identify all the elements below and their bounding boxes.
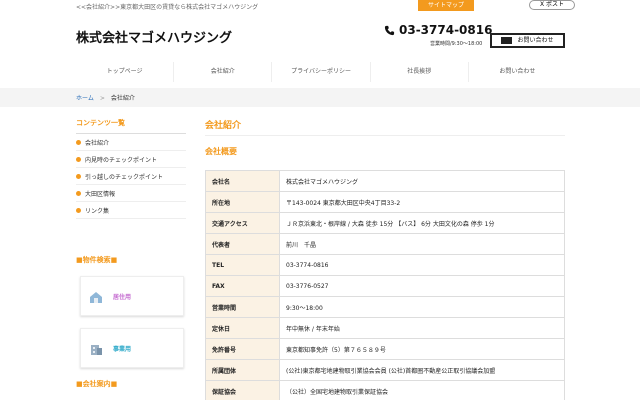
table-row: 会社名 株式会社マゴメハウジング [205,170,565,192]
table-row: 所属団体 (公社)東京都宅地建物取引業協会会員 (公社)首都圏不動産公正取引協議会… [205,359,565,381]
site-tagline: <<会社紹介>>東京都大田区の賃貸なら株式会社マゴメハウジング [76,4,259,11]
table-row-value: 株式会社マゴメハウジング [279,170,565,192]
sidebar-item-label: 大田区情報 [85,190,116,198]
table-row-label: 代表者 [205,233,280,255]
nav-item-top[interactable]: トップページ [76,62,173,82]
top-bar: <<会社紹介>>東京都大田区の賃貸なら株式会社マゴメハウジング サイトマップ X… [0,0,640,14]
sitemap-button[interactable]: サイトマップ [418,0,474,11]
page-title: 会社紹介 [205,118,565,136]
bullet-icon [76,173,81,179]
nav-item-privacy[interactable]: プライバシーポリシー [271,62,369,82]
table-row-value: 03-3776-0527 [279,275,565,297]
phone-number: 03-3774-0816 [384,23,492,37]
breadcrumb-separator: > [99,95,105,102]
sidebar-item-moving-checkpoints[interactable]: 引っ越しのチェックポイント [76,168,186,185]
table-row-value: 東京都知事免許（5）第７６５８９号 [279,338,565,360]
breadcrumb-current: 会社紹介 [110,95,135,102]
breadcrumb-home[interactable]: ホーム [76,95,94,102]
mail-icon [501,37,513,44]
sidebar-item-viewing-checkpoints[interactable]: 内見時のチェックポイント [76,151,186,168]
nav-item-greeting[interactable]: 社長挨拶 [369,62,468,82]
table-row: 免許番号 東京都知事免許（5）第７６５８９号 [205,338,565,360]
table-row: 営業時間 9:30〜18:00 [205,296,565,318]
breadcrumb-bar: ホーム > 会社紹介 [0,88,640,107]
sidebar-item-label: 内見時のチェックポイント [85,156,158,164]
contact-button-label: お問い合わせ [517,37,554,44]
table-row-label: 交通アクセス [205,212,280,234]
global-nav: トップページ 会社紹介 プライバシーポリシー 社長挨拶 お問い合わせ [76,62,566,82]
table-row-value: （公社）全国宅地建物取引業保証協会 [279,380,565,400]
table-row: 交通アクセス ＪＲ京浜東北・根岸線 / 大森 徒歩 15分 【バス】 6分 大田文… [205,212,565,234]
table-row-value: (公社)東京都宅地建物取引業協会会員 (公社)首都圏不動産公正取引協議会加盟 [279,359,565,381]
bullet-icon [76,207,81,213]
residential-banner-label: 居住用 [113,294,132,301]
site-logo[interactable]: 株式会社マゴメハウジング [76,27,232,46]
table-row: FAX 03-3776-0527 [205,275,565,297]
table-row-value: 〒143-0024 東京都大田区中央4丁目33-2 [279,191,565,213]
sidebar-item-company[interactable]: 会社紹介 [76,134,186,151]
business-search-banner[interactable]: 事業用 [80,328,184,368]
business-banner-label: 事業用 [113,346,132,353]
table-row-label: FAX [205,275,280,297]
table-row: 代表者 前川 千晶 [205,233,565,255]
sidebar-item-ota-info[interactable]: 大田区情報 [76,185,186,202]
nav-item-company[interactable]: 会社紹介 [173,62,271,82]
sidebar-item-label: リンク集 [85,207,110,215]
business-hours: 営業時間/9:30〜18:00 [430,41,483,47]
table-row-label: 所属団体 [205,359,280,381]
building-icon [91,345,102,355]
section-title: 会社概要 [205,147,237,156]
company-guide-title: ■会社案内■ [76,380,118,388]
bullet-icon [76,156,81,162]
contact-button[interactable]: お問い合わせ [490,33,565,48]
table-row-label: 免許番号 [205,338,280,360]
residential-search-banner[interactable]: 居住用 [80,276,184,316]
phone-number-text: 03-3774-0816 [399,23,493,37]
site-header: 株式会社マゴメハウジング 03-3774-0816 営業時間/9:30〜18:0… [0,14,640,58]
phone-icon [384,25,395,35]
table-row-label: 保証協会 [205,380,280,400]
table-row-value: ＪＲ京浜東北・根岸線 / 大森 徒歩 15分 【バス】 6分 大田文化の森 停歩… [279,212,565,234]
main-content: 会社紹介 会社概要 [205,118,565,158]
sidebar: コンテンツ一覧 会社紹介 内見時のチェックポイント 引っ越しのチェックポイント … [76,118,186,219]
x-post-button[interactable]: X ポスト [529,0,575,10]
table-row-label: 定休日 [205,317,280,339]
table-row-label: 所在地 [205,191,280,213]
house-icon [90,292,102,303]
sidebar-item-label: 引っ越しのチェックポイント [85,173,164,181]
table-row-label: 会社名 [205,170,280,192]
bullet-icon [76,139,81,145]
breadcrumb: ホーム > 会社紹介 [76,93,135,102]
sidebar-contents-list: 会社紹介 内見時のチェックポイント 引っ越しのチェックポイント 大田区情報 リン… [76,134,186,219]
nav-item-contact[interactable]: お問い合わせ [467,62,566,82]
table-row-value: 年中無休 / 年末年始 [279,317,565,339]
table-row-value: 9:30〜18:00 [279,296,565,318]
bullet-icon [76,190,81,196]
table-row: 定休日 年中無休 / 年末年始 [205,317,565,339]
table-row: 保証協会 （公社）全国宅地建物取引業保証協会 [205,380,565,400]
sidebar-item-label: 会社紹介 [85,139,110,147]
company-profile-table: 会社名 株式会社マゴメハウジング 所在地 〒143-0024 東京都大田区中央4丁目3… [205,170,565,400]
table-row-label: 営業時間 [205,296,280,318]
table-row-label: TEL [205,254,280,276]
sidebar-contents-title: コンテンツ一覧 [76,118,186,134]
property-search-title: ■物件検索■ [76,256,118,264]
table-row-value: 03-3774-0816 [279,254,565,276]
table-row: 所在地 〒143-0024 東京都大田区中央4丁目33-2 [205,191,565,213]
table-row-value: 前川 千晶 [279,233,565,255]
table-row: TEL 03-3774-0816 [205,254,565,276]
sidebar-item-links[interactable]: リンク集 [76,202,186,219]
